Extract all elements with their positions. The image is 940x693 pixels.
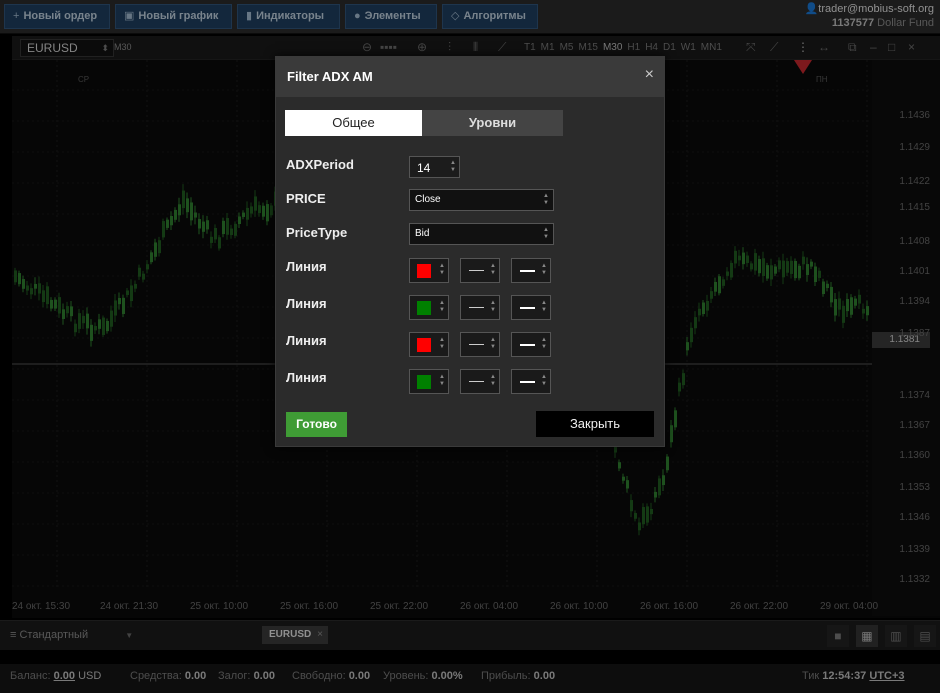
select-arrows-icon: ▲ ▼ [543,193,549,206]
select-arrows-icon: ▲ ▼ [543,227,549,240]
line-style-picker[interactable]: ▲ ▼ [511,369,551,394]
price-select[interactable]: Close ▲ ▼ [409,189,554,211]
line-label: Линия [286,333,327,348]
line-style-picker[interactable]: ▲ ▼ [511,295,551,320]
line-style-icon [520,344,535,346]
spinner-arrows-icon: ▲ ▼ [439,374,445,387]
price-type-label: PriceType [286,225,348,240]
line-color-picker[interactable]: ▲ ▼ [409,295,449,320]
line-style-icon [520,307,535,309]
line-color-picker[interactable]: ▲ ▼ [409,369,449,394]
spinner-arrows-icon: ▲ ▼ [490,337,496,350]
dialog-title: Filter ADX AM [287,69,373,84]
line-width-icon [469,307,484,308]
line-width-picker[interactable]: ▲ ▼ [460,332,500,357]
line-label: Линия [286,259,327,274]
dialog-tabs: Общее Уровни [285,110,565,136]
spinner-arrows-icon: ▲ ▼ [541,263,547,276]
spinner-arrows-icon: ▲ ▼ [541,374,547,387]
color-swatch [417,375,431,389]
line-width-icon [469,270,484,271]
line-width-picker[interactable]: ▲ ▼ [460,295,500,320]
line-width-picker[interactable]: ▲ ▼ [460,258,500,283]
tab-levels[interactable]: Уровни [422,110,563,136]
done-button[interactable]: Готово [286,412,347,437]
adx-period-label: ADXPeriod [286,157,354,172]
line-label: Линия [286,296,327,311]
spinner-arrows-icon: ▲ ▼ [439,263,445,276]
close-icon[interactable]: × [645,66,654,84]
line-style-icon [520,381,535,383]
line-color-picker[interactable]: ▲ ▼ [409,332,449,357]
spinner-arrows-icon: ▲ ▼ [439,300,445,313]
spinner-arrows-icon: ▲ ▼ [541,300,547,313]
dialog-header: Filter ADX AM × [276,57,664,97]
color-swatch [417,338,431,352]
tab-general[interactable]: Общее [285,110,422,136]
spinner-arrows-icon: ▲ ▼ [439,337,445,350]
color-swatch [417,301,431,315]
spinner-arrows-icon: ▲ ▼ [541,337,547,350]
line-width-picker[interactable]: ▲ ▼ [460,369,500,394]
line-style-icon [520,270,535,272]
line-width-icon [469,381,484,382]
spinner-arrows-icon[interactable]: ▲ ▼ [450,160,456,174]
line-color-picker[interactable]: ▲ ▼ [409,258,449,283]
line-style-picker[interactable]: ▲ ▼ [511,332,551,357]
indicator-settings-dialog: Filter ADX AM × Общее Уровни ADXPeriod 1… [275,56,665,447]
color-swatch [417,264,431,278]
line-label: Линия [286,370,327,385]
adx-period-stepper[interactable]: 14 ▲ ▼ [409,156,460,178]
close-button[interactable]: Закрыть [536,411,654,437]
line-width-icon [469,344,484,345]
spinner-arrows-icon: ▲ ▼ [490,374,496,387]
spinner-arrows-icon: ▲ ▼ [490,300,496,313]
spinner-arrows-icon: ▲ ▼ [490,263,496,276]
line-style-picker[interactable]: ▲ ▼ [511,258,551,283]
price-label: PRICE [286,191,326,206]
price-type-select[interactable]: Bid ▲ ▼ [409,223,554,245]
